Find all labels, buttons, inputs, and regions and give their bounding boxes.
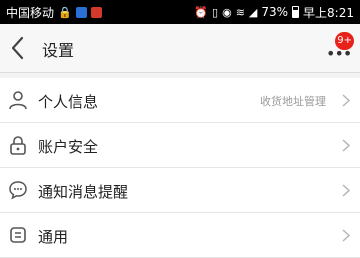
settings-list: 个人信息 收货地址管理 账户安全 通知消息提醒 通用: [0, 78, 360, 258]
app-badge-icon: [75, 6, 87, 18]
back-arrow-icon: [11, 36, 24, 60]
settings-row-label: 账户安全: [38, 138, 99, 156]
lock-icon: [10, 136, 26, 155]
settings-row-label: 通知消息提醒: [38, 183, 129, 201]
status-bar-right: ⏰ ▯ ◉ ≋ ◢ 73% 早上8:21: [194, 4, 354, 21]
chevron-right-icon: [342, 229, 350, 242]
nav-bar: 设置 ••• 9+: [0, 24, 360, 73]
eye-icon: ◉: [222, 5, 232, 19]
battery-percent: 73%: [261, 5, 289, 19]
back-button[interactable]: [6, 34, 32, 62]
app-badge-icon: [90, 6, 102, 18]
general-icon: [10, 227, 26, 243]
chevron-right-icon: [342, 94, 350, 107]
settings-row-label: 个人信息: [38, 93, 99, 111]
settings-row-general[interactable]: 通用: [0, 213, 360, 258]
more-button[interactable]: ••• 9+: [312, 32, 354, 66]
person-icon: [9, 91, 27, 110]
clock-time: 早上8:21: [303, 5, 354, 20]
signal-icon: ◢: [248, 5, 258, 19]
page-title: 设置: [42, 41, 75, 60]
carrier-name: 中国移动: [6, 5, 55, 20]
chevron-right-icon: [342, 139, 350, 152]
vibrate-icon: ▯: [212, 5, 219, 19]
settings-row-personal-info[interactable]: 个人信息 收货地址管理: [0, 78, 360, 123]
lock-icon: 🔒: [58, 5, 72, 19]
notification-badge: 9+: [335, 32, 354, 50]
battery-icon: [292, 6, 300, 18]
status-bar-left: 中国移动 🔒: [6, 4, 102, 21]
status-bar: 中国移动 🔒 ⏰ ▯ ◉ ≋ ◢ 73% 早上8:21: [0, 0, 360, 24]
settings-row-account-security[interactable]: 账户安全: [0, 123, 360, 168]
chevron-right-icon: [342, 184, 350, 197]
settings-row-hint: 收货地址管理: [260, 95, 326, 108]
chat-bubble-icon: [9, 181, 27, 200]
alarm-icon: ⏰: [194, 5, 209, 19]
settings-row-label: 通用: [38, 228, 69, 246]
wifi-icon: ≋: [235, 5, 245, 19]
settings-row-notifications[interactable]: 通知消息提醒: [0, 168, 360, 213]
